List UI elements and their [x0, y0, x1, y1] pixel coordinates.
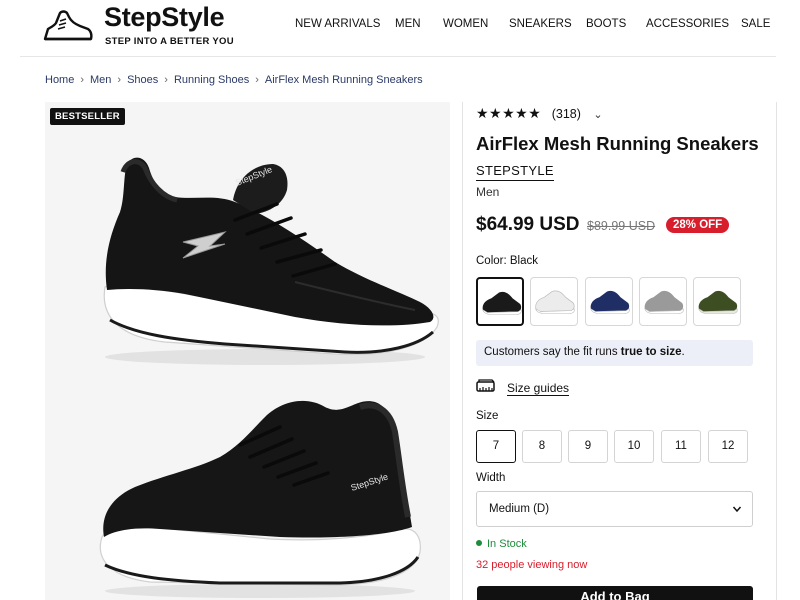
fit-note-emphasis: true to size [620, 346, 682, 358]
breadcrumb-separator: › [164, 74, 168, 86]
stock-text: In Stock [487, 538, 527, 550]
product-image-angle[interactable]: StepStyle [90, 387, 450, 600]
breadcrumb: Home › Men › Shoes › Running Shoes › AirFlex Mes… [45, 74, 423, 86]
size-option-8[interactable]: 8 [522, 430, 562, 463]
nav-sale[interactable]: SALE [741, 18, 770, 30]
color-label: Color: Black [476, 255, 538, 267]
breadcrumb-shoes[interactable]: Shoes [127, 74, 158, 86]
width-select[interactable]: Medium (D) [476, 491, 753, 527]
ruler-icon [476, 379, 495, 392]
color-label-text: Color: [476, 255, 507, 267]
nav-sneakers[interactable]: SNEAKERS [509, 18, 572, 30]
add-to-bag-button[interactable]: Add to Bag [477, 586, 753, 600]
rating-count: (318) [551, 107, 581, 121]
swatch-black[interactable] [476, 277, 524, 326]
shoe-thumbnail-icon [482, 291, 522, 315]
width-selected-value: Medium (D) [489, 503, 550, 515]
shoe-thumbnail-icon [535, 290, 575, 314]
panel-border [776, 102, 777, 600]
width-label: Width [476, 472, 506, 484]
nav-new-arrivals[interactable]: NEW ARRIVALS [295, 18, 380, 30]
main-nav: NEW ARRIVALS MEN WOMEN SNEAKERS BOOTS AC… [0, 18, 800, 34]
stock-status: In Stock [476, 538, 527, 550]
product-gallery[interactable]: StepStyle StepStyle [45, 102, 450, 600]
breadcrumb-men[interactable]: Men [90, 74, 111, 86]
product-title: AirFlex Mesh Running Sneakers [476, 133, 759, 154]
stock-dot-icon [476, 540, 482, 546]
swatch-gray[interactable] [639, 277, 687, 326]
chevron-down-icon [732, 506, 742, 513]
product-image-side[interactable]: StepStyle [65, 142, 450, 372]
shoe-thumbnail-icon [644, 290, 684, 314]
size-option-9[interactable]: 9 [568, 430, 608, 463]
nav-accessories[interactable]: ACCESSORIES [646, 18, 729, 30]
nav-boots[interactable]: BOOTS [586, 18, 626, 30]
product-rating[interactable]: ★★★★★ (318) ⌄ [476, 105, 603, 121]
chevron-down-icon[interactable]: ⌄ [593, 109, 602, 121]
gallery-divider [462, 102, 463, 600]
size-guide-text[interactable]: Size guides [507, 381, 570, 396]
brand-tagline: STEP INTO A BETTER YOU [105, 36, 234, 47]
selected-color: Black [509, 255, 539, 267]
size-option-12[interactable]: 12 [708, 430, 748, 463]
swatch-navy[interactable] [585, 277, 633, 326]
shoe-thumbnail-icon [698, 290, 738, 314]
discount-badge: 28% OFF [666, 217, 730, 233]
breadcrumb-separator: › [255, 74, 259, 86]
size-option-7[interactable]: 7 [476, 430, 516, 463]
fit-note: Customers say the fit runs true to size. [476, 340, 753, 366]
nav-men[interactable]: MEN [395, 18, 421, 30]
compare-at-price: $89.99 USD [587, 219, 656, 233]
shoe-thumbnail-icon [590, 290, 630, 314]
product-brand-link[interactable]: STEPSTYLE [476, 163, 554, 181]
breadcrumb-current[interactable]: AirFlex Mesh Running Sneakers [265, 74, 423, 86]
fit-note-text: Customers say the fit runs [484, 346, 618, 358]
star-rating-icon: ★★★★★ [476, 105, 542, 121]
breadcrumb-separator: › [80, 74, 85, 86]
product-category: Men [476, 185, 500, 199]
viewers-count: 32 people viewing now [476, 559, 588, 571]
nav-women[interactable]: WOMEN [443, 18, 488, 30]
size-label: Size [476, 410, 499, 422]
color-swatches [476, 277, 756, 327]
site-header: StepStyle STEP INTO A BETTER YOU NEW ARR… [0, 0, 800, 56]
bestseller-badge: BESTSELLER [50, 108, 125, 125]
breadcrumb-running-shoes[interactable]: Running Shoes [174, 74, 249, 86]
swatch-white[interactable] [530, 277, 578, 326]
size-option-10[interactable]: 10 [614, 430, 654, 463]
breadcrumb-separator: › [117, 74, 122, 86]
swatch-olive[interactable] [693, 277, 741, 326]
product-price: $64.99 USD [476, 214, 580, 235]
size-option-11[interactable]: 11 [661, 430, 701, 463]
header-divider [20, 56, 776, 57]
breadcrumb-home[interactable]: Home [45, 74, 74, 86]
